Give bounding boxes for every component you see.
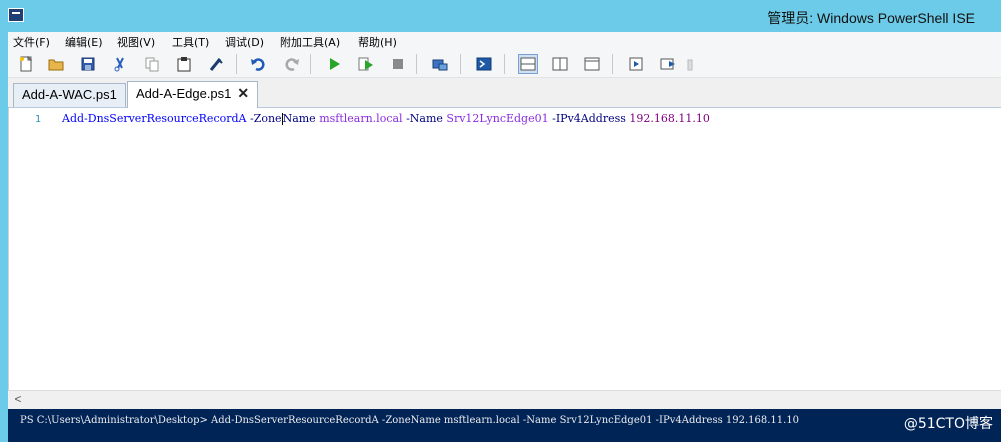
menu-help[interactable]: 帮助(H)	[358, 34, 397, 50]
tab-add-a-wac[interactable]: Add-A-WAC.ps1	[13, 83, 126, 107]
parameter-token: -Name	[406, 112, 443, 125]
scroll-left-arrow[interactable]: <	[10, 391, 26, 407]
close-tab-icon[interactable]: ✕	[237, 85, 249, 101]
toolbar	[8, 50, 1001, 78]
run-selection-icon[interactable]	[356, 54, 376, 74]
menu-edit[interactable]: 编辑(E)	[65, 34, 103, 50]
toolbar-separator	[612, 54, 613, 74]
show-script-icon[interactable]	[658, 54, 678, 74]
argument-token: Srv12LyncEdge01	[446, 112, 549, 125]
toolbar-separator	[504, 54, 505, 74]
toolbar-separator	[416, 54, 417, 74]
menu-tools[interactable]: 工具(T)	[172, 34, 209, 50]
remote-icon[interactable]	[430, 54, 450, 74]
redo-icon[interactable]	[282, 54, 302, 74]
ise-main-area: 文件(F) 编辑(E) 视图(V) 工具(T) 调试(D) 附加工具(A) 帮助…	[8, 32, 1001, 409]
cut-icon[interactable]	[110, 54, 130, 74]
toolbar-overflow-grip[interactable]	[686, 54, 694, 74]
new-icon[interactable]	[16, 54, 36, 74]
script-editor[interactable]: 1 Add-DnsServerResourceRecordA -ZoneName…	[8, 108, 1001, 390]
code-line[interactable]: Add-DnsServerResourceRecordA -ZoneName m…	[62, 112, 710, 125]
undo-icon[interactable]	[248, 54, 268, 74]
stop-icon[interactable]	[388, 54, 408, 74]
horizontal-scrollbar[interactable]: <	[8, 390, 1001, 407]
window-title: 管理员: Windows PowerShell ISE	[767, 10, 975, 26]
open-icon[interactable]	[46, 54, 66, 74]
command-addon-icon[interactable]	[626, 54, 646, 74]
title-bar[interactable]: 管理员: Windows PowerShell ISE	[0, 0, 1001, 32]
layout-max-icon[interactable]	[582, 54, 602, 74]
powershell-ise-window: 管理员: Windows PowerShell ISE 文件(F) 编辑(E) …	[0, 0, 1001, 442]
menu-view[interactable]: 视图(V)	[117, 34, 155, 50]
save-icon[interactable]	[78, 54, 98, 74]
console-pane[interactable]: PS C:\Users\Administrator\Desktop> Add-D…	[8, 409, 1001, 442]
parameter-token: -Zone	[249, 112, 282, 125]
menu-bar: 文件(F) 编辑(E) 视图(V) 工具(T) 调试(D) 附加工具(A) 帮助…	[8, 32, 1001, 50]
layout-right-icon[interactable]	[550, 54, 570, 74]
watermark: @51CTO博客	[903, 416, 993, 432]
copy-icon[interactable]	[142, 54, 162, 74]
console-output-line: PS C:\Users\Administrator\Desktop> Add-D…	[20, 415, 800, 426]
cmdlet-token: Add-DnsServerResourceRecordA	[62, 112, 247, 125]
toolbar-separator	[236, 54, 237, 74]
menu-addons[interactable]: 附加工具(A)	[280, 34, 340, 50]
layout-top-icon[interactable]	[518, 54, 538, 74]
clear-icon[interactable]	[206, 54, 226, 74]
argument-token: msftlearn.local	[319, 112, 403, 125]
line-number: 1	[35, 114, 42, 125]
powershell-icon[interactable]	[474, 54, 494, 74]
toolbar-separator	[460, 54, 461, 74]
tab-add-a-edge[interactable]: Add-A-Edge.ps1 ✕	[127, 81, 259, 108]
script-tab-bar: Add-A-WAC.ps1 Add-A-Edge.ps1 ✕	[8, 79, 1001, 108]
parameter-token: Name	[282, 112, 316, 125]
menu-debug[interactable]: 调试(D)	[225, 34, 264, 50]
toolbar-separator	[310, 54, 311, 74]
tab-label: Add-A-WAC.ps1	[22, 87, 117, 102]
menu-file[interactable]: 文件(F)	[13, 34, 50, 50]
number-token: 192.168.11.10	[629, 112, 710, 125]
run-icon[interactable]	[324, 54, 344, 74]
tab-label: Add-A-Edge.ps1	[136, 86, 232, 101]
powershell-app-icon[interactable]	[8, 8, 24, 22]
paste-icon[interactable]	[174, 54, 194, 74]
parameter-token: -IPv4Address	[552, 112, 626, 125]
